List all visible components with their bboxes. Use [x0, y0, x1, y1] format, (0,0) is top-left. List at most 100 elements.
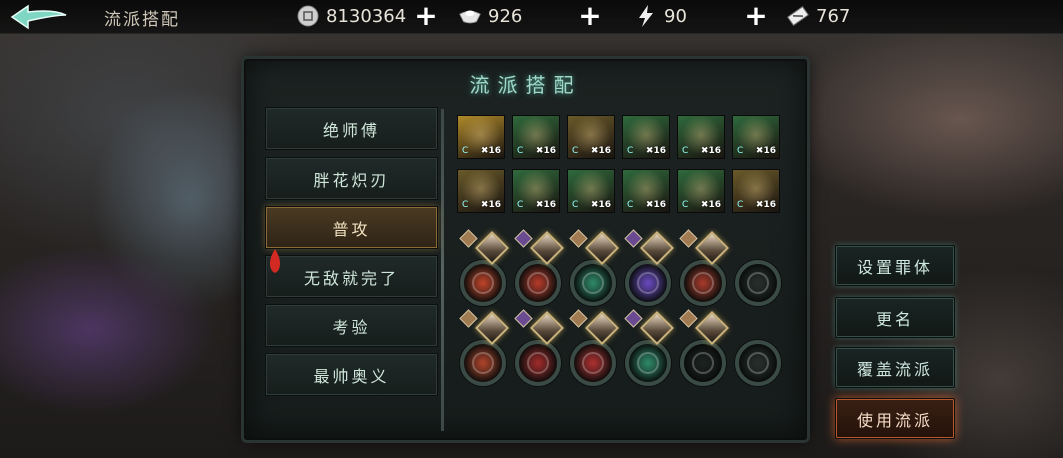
empty-skill-icon [747, 272, 769, 294]
skill-slot[interactable] [680, 340, 726, 386]
element-badge [459, 309, 478, 328]
equipment-slot[interactable]: C ✖16 [732, 169, 780, 213]
tab-loadout-1[interactable]: 绝师傅 [265, 107, 438, 150]
coin-icon [296, 4, 320, 28]
tab-loadout-2[interactable]: 胖花炽刃 [265, 157, 438, 200]
refine-icon: C [572, 146, 579, 156]
equipment-slot[interactable]: C ✖16 [622, 115, 670, 159]
equipment-level: ✖16 [645, 200, 666, 210]
equipment-slot[interactable]: C ✖16 [457, 169, 505, 213]
equipment-slot[interactable]: C ✖16 [567, 115, 615, 159]
element-badge [624, 229, 643, 248]
skill-slot[interactable] [515, 340, 561, 386]
overwrite-loadout-button[interactable]: 覆盖流派 [835, 347, 955, 388]
flame-skill-icon [527, 272, 549, 294]
skill-slot[interactable] [625, 340, 671, 386]
element-badge [624, 309, 643, 328]
fire-skill-icon [472, 272, 494, 294]
tab-label: 最帅奥义 [313, 366, 390, 386]
equipment-level: ✖16 [590, 200, 611, 210]
equipment-level: ✖16 [535, 146, 556, 156]
element-badge [459, 229, 478, 248]
equipment-level: ✖16 [755, 200, 776, 210]
ingot-icon [458, 4, 482, 28]
use-loadout-button[interactable]: 使用流派 [835, 398, 955, 439]
page-title: 流派搭配 [104, 10, 180, 30]
skill-slot[interactable] [735, 260, 781, 306]
refine-icon: C [682, 146, 689, 156]
tab-label: 普攻 [332, 219, 371, 239]
equipment-slot[interactable]: C ✖16 [677, 169, 725, 213]
skill-slot[interactable] [570, 260, 616, 306]
tab-loadout-5[interactable]: 考验 [265, 304, 438, 347]
panel-divider [441, 109, 444, 431]
cross-skill-icon [582, 272, 604, 294]
loadout-panel: 流派搭配 绝师傅 胖花炽刃 普攻 无敌就完了 考验 最帅奥义 C ✖16 C ✖16 C… [244, 59, 807, 440]
refine-icon: C [517, 146, 524, 156]
skill-slot[interactable] [460, 340, 506, 386]
ticket-value: 767 [816, 5, 851, 27]
element-badge [514, 309, 533, 328]
top-bar: 流派搭配 8130364 + 926 + 90 + 767 [0, 0, 1063, 34]
wheel-skill-icon [582, 352, 604, 374]
ingot-value: 926 [488, 5, 523, 27]
red-marker-icon [270, 249, 280, 273]
burst-skill-icon [692, 272, 714, 294]
equipment-slot[interactable]: C ✖16 [622, 169, 670, 213]
equipment-level: ✖16 [755, 146, 776, 156]
tab-label: 考验 [332, 317, 371, 337]
energy-value: 90 [664, 5, 687, 27]
element-badge [569, 229, 588, 248]
tab-label: 胖花炽刃 [313, 170, 390, 190]
refine-icon: C [737, 200, 744, 210]
refine-icon: C [627, 146, 634, 156]
skill-slot[interactable] [625, 260, 671, 306]
equipment-slot[interactable]: C ✖16 [677, 115, 725, 159]
tab-label: 无敌就完了 [303, 268, 399, 288]
refine-icon: C [462, 146, 469, 156]
set-body-button[interactable]: 设置罪体 [835, 245, 955, 286]
lightning-icon [634, 4, 658, 28]
tab-loadout-6[interactable]: 最帅奥义 [265, 353, 438, 396]
add-ingot-button[interactable]: + [578, 2, 602, 30]
add-energy-button[interactable]: + [744, 2, 768, 30]
skill-slot[interactable] [680, 260, 726, 306]
equipment-level: ✖16 [480, 200, 501, 210]
element-badge [569, 309, 588, 328]
equipment-slot[interactable]: C ✖16 [512, 115, 560, 159]
panel-title: 流派搭配 [469, 73, 582, 97]
hook-skill-icon [637, 352, 659, 374]
equipment-slot[interactable]: C ✖16 [567, 169, 615, 213]
tab-label: 绝师傅 [322, 120, 380, 140]
skill-slot[interactable] [460, 260, 506, 306]
ticket-resource: 767 [786, 3, 850, 29]
void-skill-icon [637, 272, 659, 294]
refine-icon: C [682, 200, 689, 210]
skill-slot[interactable] [570, 340, 616, 386]
add-coin-button[interactable]: + [414, 2, 438, 30]
tab-loadout-3[interactable]: 普攻 [265, 206, 438, 249]
equipment-slot[interactable]: C ✖16 [732, 115, 780, 159]
refine-icon: C [627, 200, 634, 210]
rename-button[interactable]: 更名 [835, 297, 955, 338]
refine-icon: C [517, 200, 524, 210]
equipment-slot[interactable]: C ✖16 [512, 169, 560, 213]
equipment-level: ✖16 [480, 146, 501, 156]
wave-skill-icon [472, 352, 494, 374]
skill-slot[interactable] [515, 260, 561, 306]
refine-icon: C [462, 200, 469, 210]
coin-resource: 8130364 [296, 3, 406, 29]
skill-slot[interactable] [735, 340, 781, 386]
equipment-level: ✖16 [535, 200, 556, 210]
equipment-level: ✖16 [645, 146, 666, 156]
refine-icon: C [572, 200, 579, 210]
tab-loadout-4[interactable]: 无敌就完了 [265, 255, 438, 298]
ingot-resource: 926 [458, 3, 522, 29]
equipment-slot[interactable]: C ✖16 [457, 115, 505, 159]
ticket-icon [786, 4, 810, 28]
spiral-skill-icon [527, 352, 549, 374]
coin-value: 8130364 [326, 5, 407, 27]
empty-skill-icon [692, 352, 714, 374]
element-badge [679, 229, 698, 248]
back-button[interactable] [8, 3, 70, 31]
